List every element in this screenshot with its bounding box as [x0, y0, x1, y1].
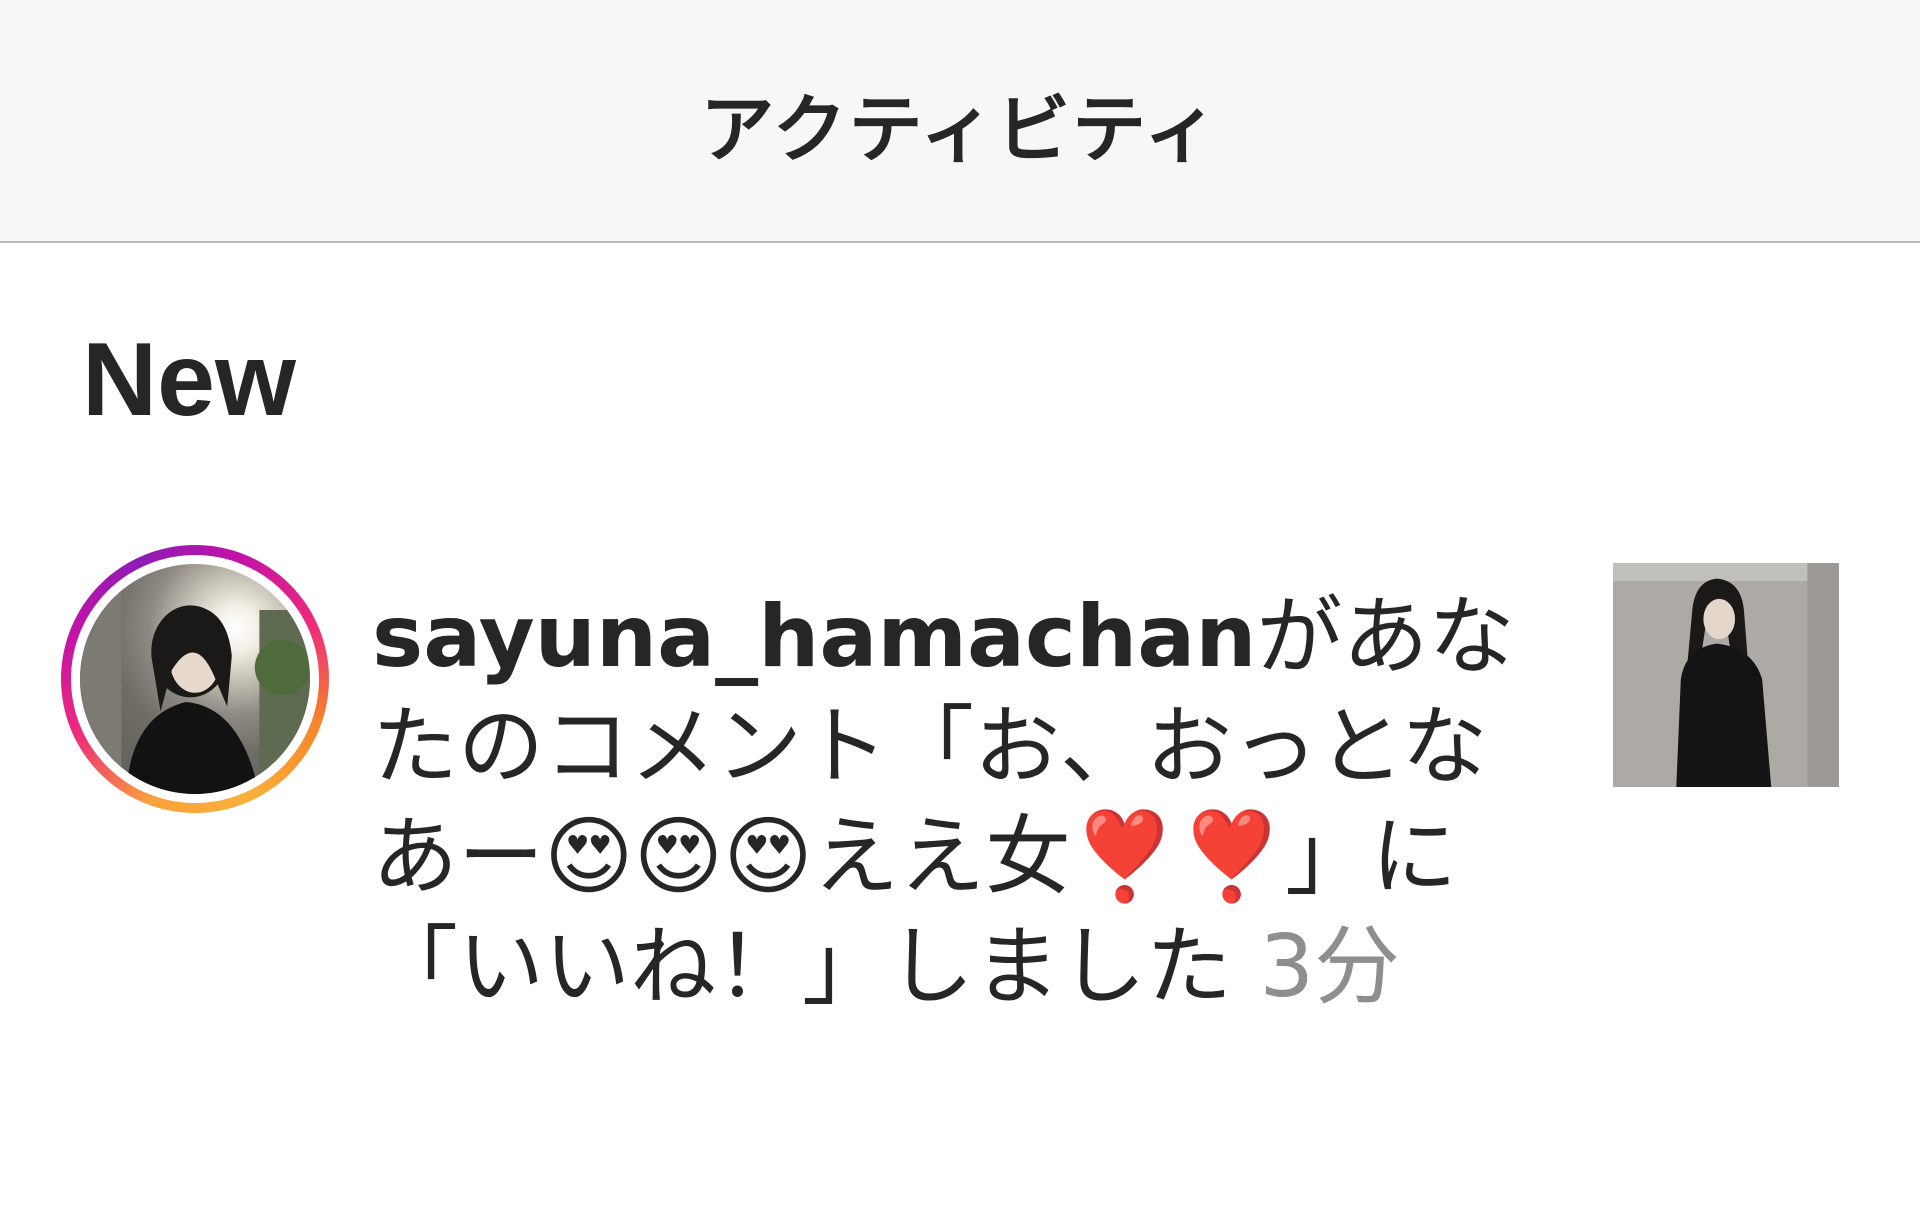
username-link[interactable]: sayuna_hamachan	[372, 587, 1256, 687]
page-title: アクティビティ	[700, 87, 1220, 173]
user-avatar-story-ring[interactable]	[61, 545, 329, 813]
navigation-bar: アクティビティ	[0, 0, 1920, 243]
section-header-new: New	[82, 322, 296, 438]
notification-row[interactable]: sayuna_hamachanがあなたのコメント「お、おっとなあー😍😍😍ええ女❣…	[0, 530, 1920, 1170]
notification-text: sayuna_hamachanがあなたのコメント「お、おっとなあー😍😍😍ええ女❣…	[372, 582, 1522, 1022]
avatar-ring-gap	[71, 555, 319, 803]
timestamp: 3分	[1259, 917, 1401, 1017]
avatar	[80, 564, 310, 794]
post-image	[1613, 563, 1839, 787]
post-thumbnail[interactable]	[1613, 563, 1839, 787]
activity-screen: アクティビティ New sayuna_hamachanがあなたのコメント「お、お…	[0, 0, 1920, 1216]
avatar-image	[80, 587, 310, 794]
